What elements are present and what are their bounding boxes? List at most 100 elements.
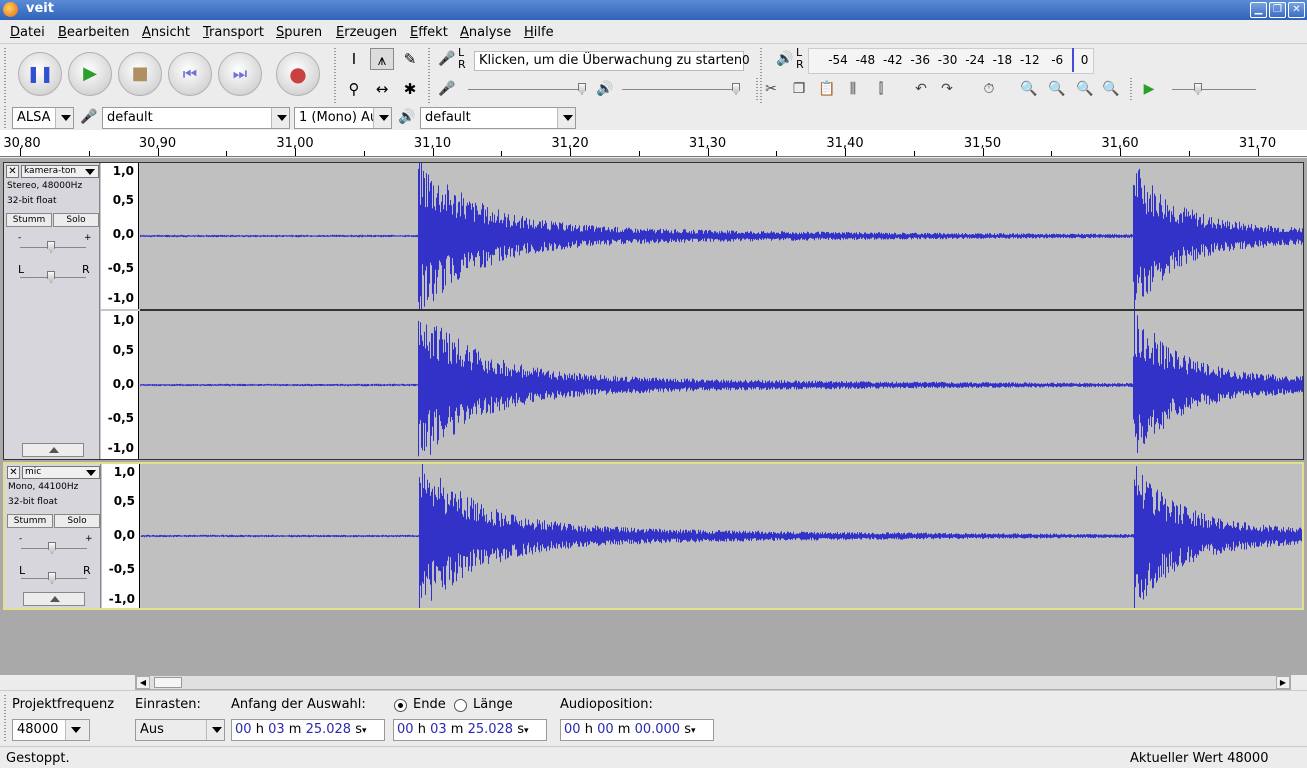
play-speed-slider[interactable] bbox=[1172, 89, 1256, 90]
track-mic[interactable]: ✕ mic Mono, 44100Hz 32-bit float Stumm S… bbox=[3, 462, 1304, 610]
waveform-right-channel[interactable] bbox=[140, 311, 1303, 459]
play-speed-thumb[interactable] bbox=[1194, 83, 1202, 95]
stop-button[interactable]: ■ bbox=[118, 52, 162, 96]
menu-transport[interactable]: Transport bbox=[203, 25, 264, 40]
envelope-tool[interactable]: ⩚ bbox=[370, 48, 394, 70]
menu-datei[interactable]: Datei bbox=[10, 25, 45, 40]
playat-grip[interactable] bbox=[1130, 78, 1132, 102]
menu-spuren[interactable]: Spuren bbox=[276, 25, 322, 40]
mute-button[interactable]: Stumm bbox=[6, 213, 52, 227]
silence-icon: ⫿ bbox=[878, 81, 884, 97]
time-format-arrow-icon[interactable]: ▾ bbox=[691, 726, 696, 736]
ibeam-icon: I bbox=[351, 50, 357, 68]
pan-left: L bbox=[18, 263, 25, 276]
waveform-left-channel[interactable] bbox=[140, 163, 1303, 309]
toolbar-grip[interactable] bbox=[4, 48, 6, 104]
host-select[interactable]: ALSA bbox=[12, 107, 74, 129]
tools-grip[interactable] bbox=[334, 48, 336, 104]
record-button[interactable]: ● bbox=[276, 52, 320, 96]
rate-combo[interactable]: 48000 bbox=[12, 719, 90, 741]
channels-select[interactable]: 1 (Mono) Au bbox=[294, 107, 392, 129]
collapse-button[interactable] bbox=[22, 443, 84, 457]
undo-button[interactable]: ↶ bbox=[910, 78, 932, 100]
start-time-field[interactable]: 00 h 03 m 25.028 s▾ bbox=[231, 719, 385, 741]
paste-button[interactable]: 📋 bbox=[816, 78, 838, 100]
waveform-mono[interactable] bbox=[141, 464, 1302, 608]
cut-button[interactable]: ✂ bbox=[760, 78, 782, 100]
edit-grip[interactable] bbox=[756, 78, 758, 102]
copy-button[interactable]: ❐ bbox=[788, 78, 810, 100]
timeshift-tool[interactable]: ↔ bbox=[370, 78, 394, 100]
scroll-thumb[interactable] bbox=[154, 677, 182, 688]
fit-selection-button[interactable]: 🔍 bbox=[1074, 78, 1096, 100]
end-radio[interactable] bbox=[394, 699, 407, 712]
record-meter-mic-icon[interactable]: 🎤 bbox=[436, 48, 458, 70]
rec-device-select[interactable]: default bbox=[102, 107, 290, 129]
horizontal-scrollbar[interactable]: ◀ ▶ bbox=[135, 675, 1291, 690]
trim-button[interactable]: ⫼ bbox=[842, 78, 864, 100]
pan-right: R bbox=[83, 564, 91, 577]
play-at-speed-button[interactable]: ▶ bbox=[1138, 78, 1160, 100]
output-volume-thumb[interactable] bbox=[732, 83, 740, 95]
pan-thumb[interactable] bbox=[48, 572, 56, 584]
skip-end-button[interactable]: ⏭ bbox=[218, 52, 262, 96]
track-kamera-ton[interactable]: ✕ kamera-ton Stereo, 48000Hz 32-bit floa… bbox=[3, 162, 1304, 460]
play-button[interactable]: ▶ bbox=[68, 52, 112, 96]
gain-thumb[interactable] bbox=[47, 241, 55, 253]
gain-thumb[interactable] bbox=[48, 542, 56, 554]
track-close-button[interactable]: ✕ bbox=[6, 165, 19, 178]
mute-button[interactable]: Stumm bbox=[7, 514, 53, 528]
track-name-menu[interactable]: mic bbox=[22, 466, 100, 479]
pan-thumb[interactable] bbox=[47, 271, 55, 283]
end-minutes: 03 bbox=[430, 722, 447, 737]
scroll-right-icon[interactable]: ▶ bbox=[1276, 676, 1290, 689]
input-volume-slider[interactable] bbox=[468, 89, 586, 90]
menu-ansicht[interactable]: Ansicht bbox=[142, 25, 190, 40]
output-volume-slider[interactable] bbox=[622, 89, 740, 90]
length-radio[interactable] bbox=[454, 699, 467, 712]
zoom-in-button[interactable]: 🔍 bbox=[1018, 78, 1040, 100]
multi-tool[interactable]: ✱ bbox=[398, 78, 422, 100]
device-grip[interactable] bbox=[4, 106, 6, 128]
skip-start-button[interactable]: ⏮ bbox=[168, 52, 212, 96]
minimize-button[interactable]: ▁ bbox=[1250, 2, 1267, 18]
scroll-left-icon[interactable]: ◀ bbox=[136, 676, 150, 689]
input-volume-thumb[interactable] bbox=[578, 83, 586, 95]
draw-tool[interactable]: ✎ bbox=[398, 48, 422, 70]
track-close-button[interactable]: ✕ bbox=[7, 466, 20, 479]
close-button[interactable]: ✕ bbox=[1288, 2, 1305, 18]
waveform-svg bbox=[140, 311, 1303, 457]
end-time-field[interactable]: 00 h 03 m 25.028 s▾ bbox=[393, 719, 547, 741]
meter-grip[interactable] bbox=[428, 48, 430, 104]
time-format-arrow-icon[interactable]: ▾ bbox=[362, 726, 367, 736]
rate-dropdown-arrow bbox=[65, 720, 89, 740]
redo-button[interactable]: ↷ bbox=[936, 78, 958, 100]
solo-button[interactable]: Solo bbox=[54, 514, 100, 528]
maximize-button[interactable]: ❐ bbox=[1269, 2, 1286, 18]
track-panel: ✕ kamera-ton Stereo, 48000Hz 32-bit floa… bbox=[0, 158, 1307, 675]
time-format-arrow-icon[interactable]: ▾ bbox=[524, 726, 529, 736]
solo-button[interactable]: Solo bbox=[53, 213, 99, 227]
trim-icon: ⫼ bbox=[849, 81, 857, 97]
fit-project-button[interactable]: 🔍 bbox=[1100, 78, 1122, 100]
audio-position-field[interactable]: 00 h 00 m 00.000 s▾ bbox=[560, 719, 714, 741]
play-device-select[interactable]: default bbox=[420, 107, 576, 129]
timeline-ruler[interactable]: 30,80 30,90 31,00 31,10 31,20 31,30 31,40 31,50… bbox=[0, 130, 1307, 157]
silence-button[interactable]: ⫿ bbox=[870, 78, 892, 100]
pause-button[interactable]: ❚❚ bbox=[18, 52, 62, 96]
snap-select[interactable]: Aus bbox=[135, 719, 225, 741]
zoom-out-button[interactable]: 🔍 bbox=[1046, 78, 1068, 100]
menu-effekt[interactable]: Effekt bbox=[410, 25, 448, 40]
menu-bearbeiten[interactable]: Bearbeiten bbox=[58, 25, 129, 40]
track-name-menu[interactable]: kamera-ton bbox=[21, 165, 99, 178]
sync-lock-button[interactable]: ⏱ bbox=[978, 78, 1000, 100]
monitor-hint[interactable]: Klicken, um die Überwachung zu starten bbox=[474, 51, 744, 71]
selection-grip[interactable] bbox=[4, 695, 6, 743]
menu-erzeugen[interactable]: Erzeugen bbox=[336, 25, 397, 40]
play-meter-speaker-icon[interactable]: 🔊 bbox=[774, 48, 796, 70]
zoom-tool[interactable]: ⚲ bbox=[342, 78, 366, 100]
menu-hilfe[interactable]: Hilfe bbox=[524, 25, 554, 40]
selection-tool[interactable]: I bbox=[342, 48, 366, 70]
menu-analyse[interactable]: Analyse bbox=[460, 25, 511, 40]
collapse-button[interactable] bbox=[23, 592, 85, 606]
